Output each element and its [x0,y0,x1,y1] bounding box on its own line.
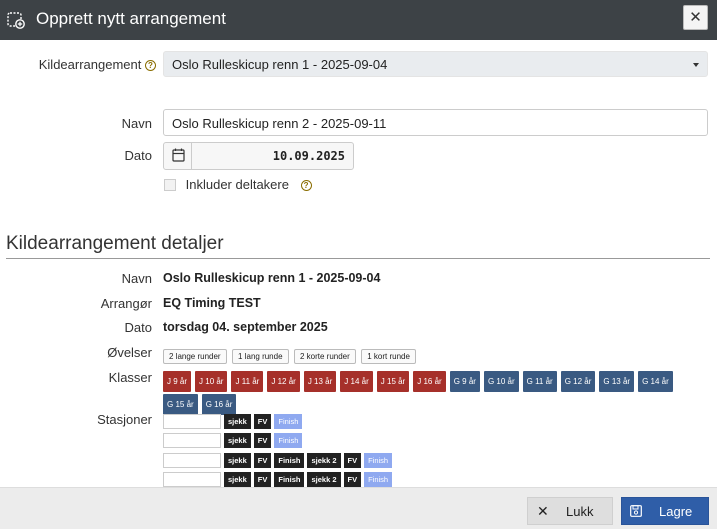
station-badge: Finish [364,453,393,468]
station-badge: FV [253,453,272,468]
station-input[interactable] [163,472,221,487]
details-organizer-label: Arrangør [100,296,152,311]
source-event-select[interactable]: Oslo Rulleskicup renn 1 - 2025-09-04 [163,51,708,77]
details-organizer-value: EQ Timing TEST [163,296,261,310]
include-participants-row: Inkluder deltakere ? [164,177,312,192]
station-badge: sjekk 2 [307,453,341,468]
details-events-label: Øvelser [107,345,152,360]
date-field[interactable]: 10.09.2025 [163,142,354,170]
close-button[interactable]: ✕ Lukk [527,497,613,525]
include-participants-checkbox[interactable] [164,179,176,191]
details-date-label: Dato [124,320,152,335]
close-button-label: Lukk [566,504,594,519]
event-tag: 2 lange runder [163,349,227,364]
include-participants-label: Inkluder deltakere [185,177,289,192]
dialog-titlebar: Opprett nytt arrangement ✕ [0,0,717,40]
name-input[interactable]: Oslo Rulleskicup renn 2 - 2025-09-11 [163,109,708,136]
station-badge: FV [253,414,272,429]
class-tag: G 13 år [599,371,635,392]
station-input[interactable] [163,433,221,448]
name-label: Navn [121,116,152,131]
section-divider [6,258,710,259]
date-value: 10.09.2025 [272,149,345,163]
details-name-label: Navn [121,271,152,286]
station-badge: sjekk [224,414,251,429]
close-icon: ✕ [537,503,549,519]
class-tag: G 16 år [201,394,237,415]
station-badge: Finish [364,472,393,487]
station-badge: sjekk [224,433,251,448]
station-row: sjekk FV Finish sjekk 2 FV Finish [163,472,393,487]
station-badge: Finish [274,472,305,487]
station-input[interactable] [163,414,221,429]
details-name-value: Oslo Rulleskicup renn 1 - 2025-09-04 [163,271,381,285]
station-badge: Finish [274,453,305,468]
source-event-value: Oslo Rulleskicup renn 1 - 2025-09-04 [172,57,388,72]
class-tag: J 15 år [376,371,410,392]
event-tag: 1 lang runde [232,349,289,364]
class-tag: J 14 år [340,371,373,392]
class-tag: G 10 år [483,371,519,392]
class-tag: G 14 år [638,371,673,392]
station-badge: FV [253,472,272,487]
details-date-value: torsdag 04. september 2025 [163,320,328,334]
station-input[interactable] [163,453,221,468]
help-icon[interactable]: ? [145,60,156,71]
details-section-title: Kildearrangement detaljer [6,233,224,254]
station-badge: FV [253,433,272,448]
close-dialog-button[interactable]: ✕ [683,5,708,30]
save-button-label: Lagre [659,504,693,519]
details-classes-label: Klasser [108,370,152,385]
class-tag: G 15 år [163,394,198,415]
station-badge: FV [343,472,362,487]
class-tag: G 11 år [522,371,557,392]
classes-list: J 9 år J 10 år J 11 år J 12 år J 13 år J 14 å… [163,371,703,417]
station-badge: sjekk 2 [307,472,341,487]
calendar-icon [172,148,185,162]
save-icon [630,505,642,517]
station-badge: sjekk [224,472,251,487]
station-row: sjekk FV Finish [163,433,303,448]
dialog-title: Opprett nytt arrangement [36,9,226,28]
class-tag: J 12 år [267,371,300,392]
class-tag: J 10 år [195,371,228,392]
station-row: sjekk FV Finish [163,414,303,429]
event-tag: 2 korte runder [293,349,356,364]
station-badge: Finish [274,414,303,429]
class-tag: J 16 år [413,371,446,392]
chevron-down-icon [693,63,699,67]
station-badge: sjekk [224,453,251,468]
class-tag: J 11 år [231,371,264,392]
events-list: 2 lange runder 1 lang runde 2 korte rund… [163,346,417,364]
station-row: sjekk FV Finish sjekk 2 FV Finish [163,453,393,468]
save-button[interactable]: Lagre [621,497,709,525]
source-event-label-row: Kildearrangement ? [39,57,156,72]
event-tag: 1 kort runde [361,349,416,364]
name-input-value: Oslo Rulleskicup renn 2 - 2025-09-11 [172,116,387,131]
class-tag: G 12 år [560,371,596,392]
class-tag: G 9 år [449,371,480,392]
close-icon: ✕ [689,9,702,26]
station-badge: Finish [274,433,303,448]
calendar-button[interactable] [164,143,192,169]
station-badge: FV [343,453,362,468]
class-tag: J 9 år [163,371,192,392]
date-label: Dato [124,148,152,163]
details-stations-label: Stasjoner [97,412,152,427]
calendar-add-icon [7,12,25,29]
class-tag: J 13 år [303,371,337,392]
help-icon[interactable]: ? [300,180,312,191]
source-event-label: Kildearrangement [38,57,142,72]
